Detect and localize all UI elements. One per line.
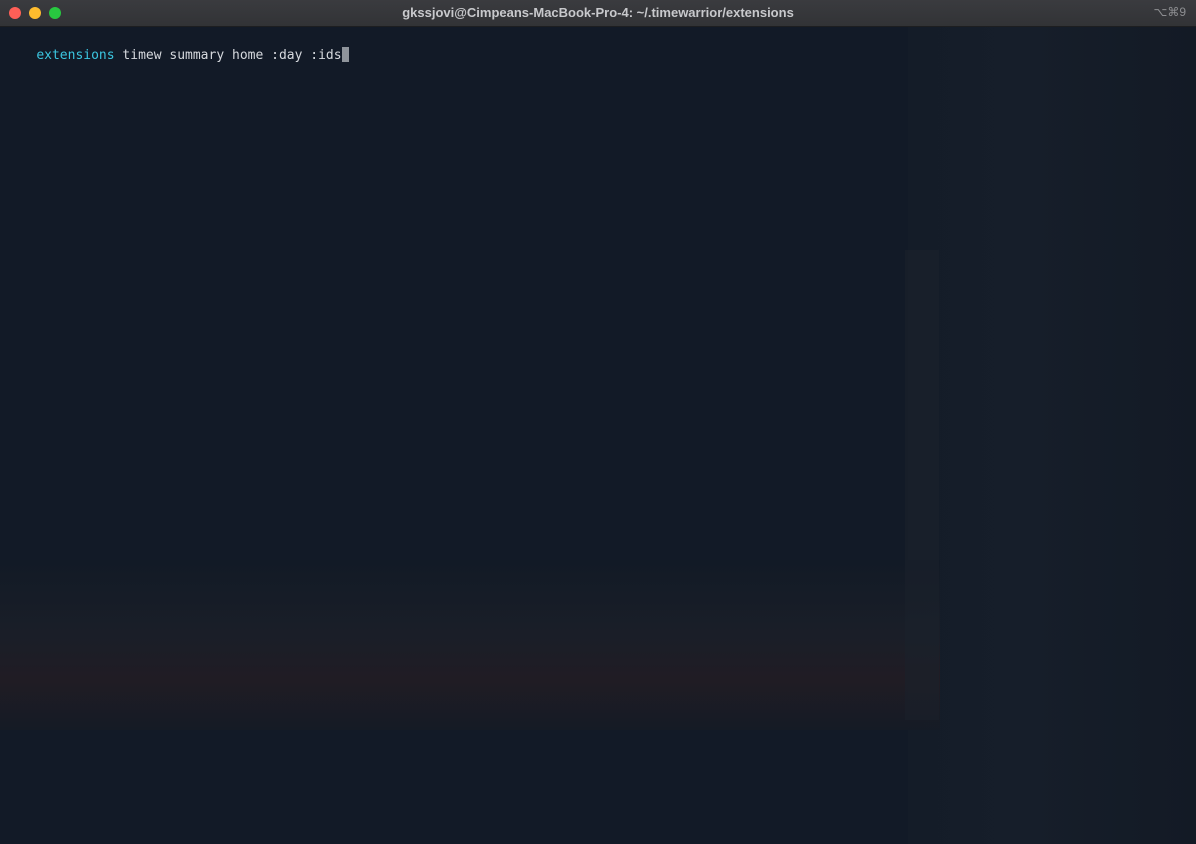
window-shortcut: ⌥⌘9: [1153, 5, 1186, 19]
background-ghost-floor: [0, 560, 940, 730]
background-ghost-panel: [905, 250, 939, 720]
text-cursor: [341, 47, 349, 62]
prompt-line[interactable]: extensions timew summary home :day :ids: [5, 31, 349, 80]
title-bar[interactable]: gkssjovi@Cimpeans-MacBook-Pro-4: ~/.time…: [0, 0, 1196, 27]
terminal-window: gkssjovi@Cimpeans-MacBook-Pro-4: ~/.time…: [0, 0, 1196, 844]
prompt-directory: extensions: [36, 48, 115, 63]
command-text: timew summary home :day :ids: [114, 48, 342, 63]
background-ghost-right: [908, 27, 1196, 844]
window-title: gkssjovi@Cimpeans-MacBook-Pro-4: ~/.time…: [402, 5, 794, 20]
